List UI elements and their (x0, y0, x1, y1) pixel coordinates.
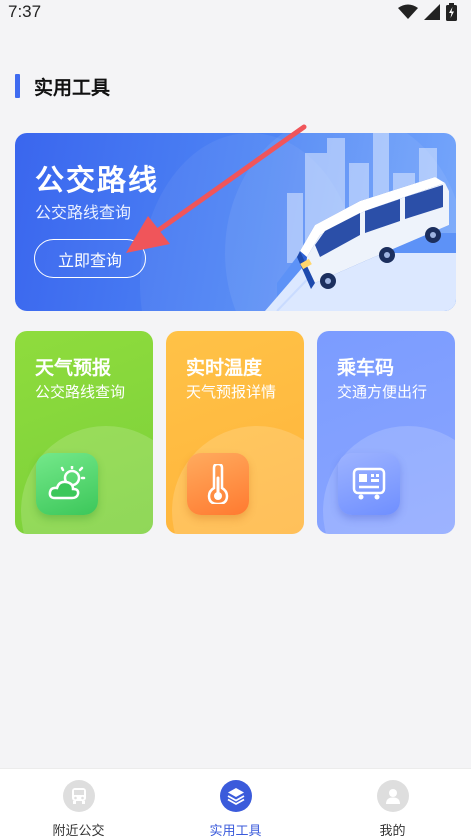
nav-label: 附近公交 (52, 824, 105, 839)
nav-item-nearby-bus[interactable]: 附近公交 (0, 769, 157, 840)
ride-code-card-subtitle: 交通方便出行 (337, 383, 428, 401)
bus-code-icon (338, 453, 400, 515)
nav-item-mine[interactable]: 我的 (314, 769, 471, 840)
user-icon (376, 780, 409, 812)
status-time: 7:37 (8, 2, 42, 21)
weather-card[interactable]: 天气预报 公交路线查询 (15, 331, 153, 534)
bus-card-title: 公交路线 (35, 163, 160, 197)
nav-label: 实用工具 (209, 824, 262, 839)
layers-icon (219, 780, 252, 812)
status-icons (398, 3, 457, 21)
section-header: 实用工具 (15, 73, 110, 99)
ride-code-card-title: 乘车码 (337, 357, 395, 379)
temperature-card[interactable]: 实时温度 天气预报详情 (166, 331, 304, 534)
nav-label: 我的 (379, 824, 406, 839)
wifi-icon (398, 4, 418, 19)
section-title: 实用工具 (34, 76, 111, 99)
bus-route-card[interactable]: 公交路线 公交路线查询 立即查询 (15, 133, 456, 311)
thermometer-icon (187, 453, 249, 515)
query-now-button[interactable]: 立即查询 (34, 239, 146, 278)
battery-icon (446, 3, 457, 21)
ride-code-card[interactable]: 乘车码 交通方便出行 (317, 331, 455, 534)
status-bar: 7:37 (0, 0, 471, 24)
bus-icon (62, 780, 95, 812)
signal-icon (424, 4, 440, 20)
nav-item-tools[interactable]: 实用工具 (157, 769, 314, 840)
temperature-card-subtitle: 天气预报详情 (186, 383, 277, 401)
temperature-card-title: 实时温度 (186, 357, 263, 379)
weather-icon (36, 453, 98, 515)
section-accent-bar (15, 74, 20, 98)
bus-card-subtitle: 公交路线查询 (35, 203, 132, 222)
weather-card-title: 天气预报 (35, 357, 112, 379)
bottom-nav: 附近公交 实用工具 我的 (0, 768, 471, 840)
weather-card-subtitle: 公交路线查询 (35, 383, 126, 401)
